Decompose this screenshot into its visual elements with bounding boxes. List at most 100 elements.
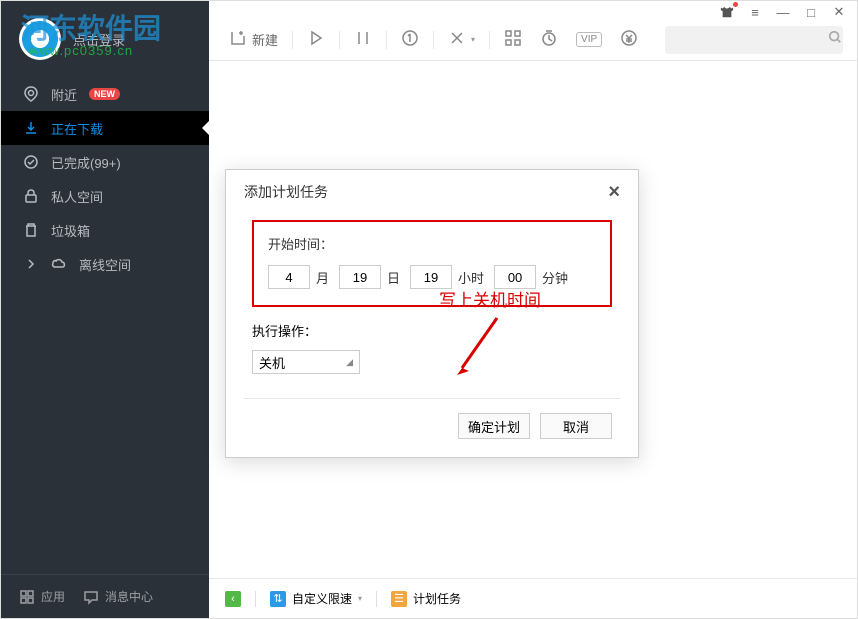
sidebar-header: 点击登录: [1, 1, 209, 77]
search-icon[interactable]: [828, 30, 842, 49]
hour-unit: 小时: [458, 268, 484, 287]
nav-label: 离线空间: [79, 255, 131, 274]
dialog-title: 添加计划任务: [244, 182, 328, 202]
qr-icon: [504, 29, 522, 50]
search-box[interactable]: [665, 26, 843, 54]
titlebar: ≡ — □ ✕: [209, 1, 857, 19]
plan-task-dialog: 添加计划任务 × 开始时间： 月 日 小时 分钟 执行操作： 关机 ◢ 确定计划…: [225, 169, 639, 458]
play-button[interactable]: [301, 25, 331, 54]
delete-button[interactable]: ▾: [442, 25, 481, 54]
minute-unit: 分钟: [542, 268, 568, 287]
new-button[interactable]: 新建: [223, 25, 284, 54]
nav-label: 正在下载: [51, 119, 103, 138]
day-input[interactable]: [339, 265, 381, 289]
pause-icon: [354, 29, 372, 50]
status-speed-limit[interactable]: ⇅ 自定义限速 ▾: [270, 590, 362, 607]
annotation-text: 写上关机时间: [439, 286, 541, 311]
operation-select[interactable]: 关机 ◢: [252, 350, 360, 374]
chevron-right-icon: [23, 256, 39, 272]
sidebar-item-private[interactable]: 私人空间: [1, 179, 209, 213]
sidebar: 点击登录 附近 NEW 正在下载 已完成(99+) 私人空间 垃圾箱 离线空间 …: [1, 1, 209, 618]
footer-label: 消息中心: [105, 588, 153, 605]
nav-label: 附近: [51, 85, 77, 104]
sidebar-item-downloading[interactable]: 正在下载: [1, 111, 209, 145]
currency-button[interactable]: [614, 25, 644, 54]
search-input[interactable]: [673, 33, 828, 47]
nav-label: 垃圾箱: [51, 221, 90, 240]
separator: [433, 31, 434, 49]
separator: [339, 31, 340, 49]
play-icon: [307, 29, 325, 50]
priority-button[interactable]: [395, 25, 425, 54]
operation-label: 执行操作：: [252, 321, 612, 340]
vip-button[interactable]: VIP: [570, 28, 608, 51]
dropdown-icon: ▾: [358, 594, 362, 603]
status-plan-task[interactable]: ☰ 计划任务: [391, 590, 461, 607]
cloud-icon: [51, 256, 67, 272]
statusbar: ‹ ⇅ 自定义限速 ▾ ☰ 计划任务: [209, 578, 857, 618]
new-badge: NEW: [89, 88, 120, 100]
currency-icon: [620, 29, 638, 50]
qr-button[interactable]: [498, 25, 528, 54]
skin-icon[interactable]: [719, 4, 735, 20]
nav-label: 已完成(99+): [51, 153, 121, 172]
status-label: 自定义限速: [292, 590, 352, 607]
separator: [255, 591, 256, 607]
one-icon: [401, 29, 419, 50]
status-prev[interactable]: ‹: [225, 591, 241, 607]
grid-icon: [19, 589, 35, 605]
month-input[interactable]: [268, 265, 310, 289]
nav-label: 私人空间: [51, 187, 103, 206]
message-icon: [83, 589, 99, 605]
sidebar-item-completed[interactable]: 已完成(99+): [1, 145, 209, 179]
sidebar-item-offline[interactable]: 离线空间: [1, 247, 209, 281]
timer-button[interactable]: [534, 25, 564, 54]
sidebar-item-trash[interactable]: 垃圾箱: [1, 213, 209, 247]
check-icon: [23, 154, 39, 170]
trash-icon: [23, 222, 39, 238]
highlight-frame: 开始时间： 月 日 小时 分钟: [252, 220, 612, 307]
footer-label: 应用: [41, 588, 65, 605]
separator: [386, 31, 387, 49]
sidebar-item-nearby[interactable]: 附近 NEW: [1, 77, 209, 111]
new-icon: [229, 29, 247, 50]
download-icon: [23, 120, 39, 136]
footer-apps[interactable]: 应用: [19, 588, 65, 605]
delete-icon: [448, 29, 466, 50]
menu-icon[interactable]: ≡: [747, 4, 763, 20]
month-unit: 月: [316, 268, 329, 287]
timer-icon: [540, 29, 558, 50]
toolbar: 新建 ▾ VIP: [209, 19, 857, 61]
separator: [376, 591, 377, 607]
chevron-down-icon: ◢: [346, 357, 353, 368]
location-icon: [23, 86, 39, 102]
separator: [292, 31, 293, 49]
time-inputs: 月 日 小时 分钟: [268, 265, 596, 289]
lock-icon: [23, 188, 39, 204]
confirm-button[interactable]: 确定计划: [458, 413, 530, 439]
annotation-arrow: [447, 313, 517, 383]
avatar[interactable]: [19, 18, 61, 60]
maximize-button[interactable]: □: [803, 4, 819, 20]
divider: [244, 398, 620, 399]
close-icon[interactable]: ×: [608, 181, 620, 204]
plan-icon: ☰: [391, 591, 407, 607]
footer-messages[interactable]: 消息中心: [83, 588, 153, 605]
pause-button[interactable]: [348, 25, 378, 54]
left-icon: ‹: [225, 591, 241, 607]
start-time-label: 开始时间：: [268, 234, 596, 253]
cancel-button[interactable]: 取消: [540, 413, 612, 439]
speed-icon: ⇅: [270, 591, 286, 607]
status-label: 计划任务: [413, 590, 461, 607]
separator: [489, 31, 490, 49]
day-unit: 日: [387, 268, 400, 287]
dialog-header: 添加计划任务 ×: [226, 170, 638, 214]
select-value: 关机: [259, 353, 285, 372]
dialog-actions: 确定计划 取消: [252, 413, 612, 439]
close-button[interactable]: ✕: [831, 4, 847, 20]
vip-badge: VIP: [576, 32, 602, 47]
dialog-body: 开始时间： 月 日 小时 分钟 执行操作： 关机 ◢ 确定计划 取消: [226, 214, 638, 457]
minimize-button[interactable]: —: [775, 4, 791, 20]
sidebar-footer: 应用 消息中心: [1, 574, 209, 618]
login-link[interactable]: 点击登录: [73, 30, 125, 49]
